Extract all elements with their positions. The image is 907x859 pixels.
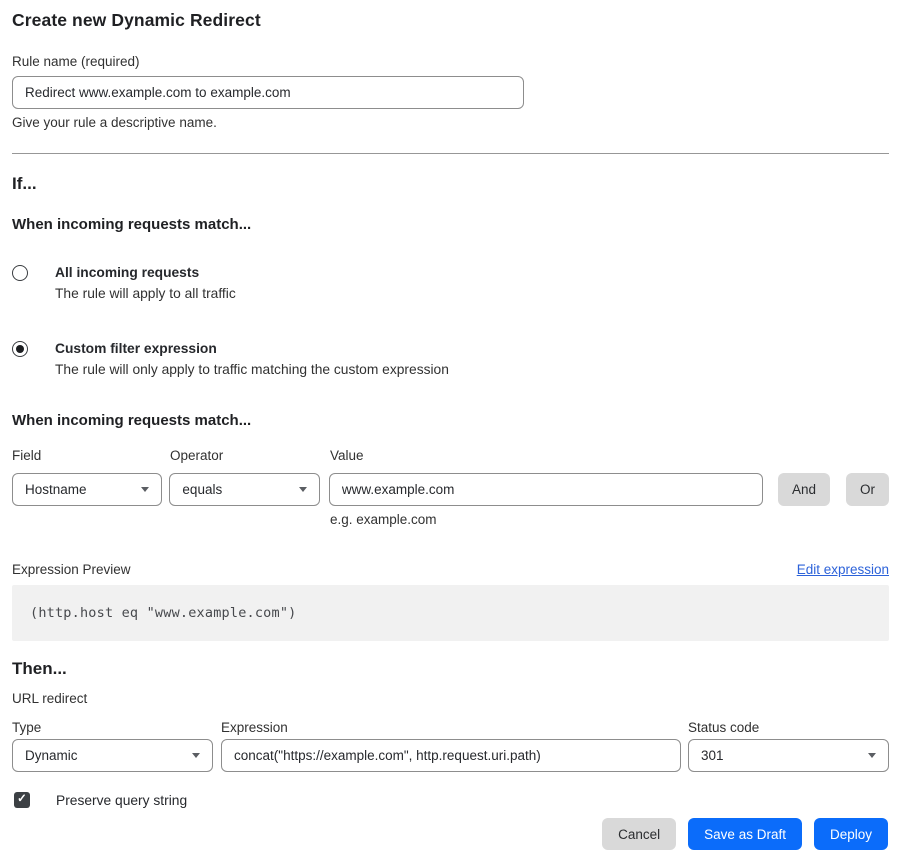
operator-select-value: equals [182,482,222,497]
match-heading-2: When incoming requests match... [12,412,889,430]
checkmark-icon: ✓ [17,794,27,806]
field-select[interactable]: Hostname [12,473,162,506]
match-heading-1: When incoming requests match... [12,216,889,234]
chevron-down-icon [299,487,307,492]
expression-preview-code: (http.host eq "www.example.com") [30,605,297,621]
status-code-select-value: 301 [701,748,724,763]
cancel-button[interactable]: Cancel [602,818,676,850]
chevron-down-icon [192,753,200,758]
chevron-down-icon [868,753,876,758]
preserve-query-string-checkbox[interactable]: ✓ [14,792,30,808]
chevron-down-icon [141,487,149,492]
section-divider [12,153,889,154]
if-heading: If... [12,174,889,194]
radio-option-label: All incoming requests [55,264,236,281]
operator-label: Operator [170,448,321,463]
value-label: Value [330,448,364,463]
page-title: Create new Dynamic Redirect [12,10,889,31]
or-button[interactable]: Or [846,473,889,506]
expression-preview-label: Expression Preview [12,562,131,577]
radio-button-unselected[interactable] [12,265,28,281]
preserve-query-string-row[interactable]: ✓ Preserve query string [12,792,889,808]
radio-option-custom-filter[interactable]: Custom filter expression The rule will o… [12,340,889,378]
expression-preview-box: (http.host eq "www.example.com") [12,585,889,641]
value-help: e.g. example.com [330,512,889,527]
status-code-select[interactable]: 301 [688,739,889,772]
radio-option-all-requests[interactable]: All incoming requests The rule will appl… [12,264,889,302]
type-select-value: Dynamic [25,748,78,763]
type-label: Type [12,720,213,735]
radio-option-label: Custom filter expression [55,340,449,357]
field-select-value: Hostname [25,482,87,497]
type-select[interactable]: Dynamic [12,739,213,772]
rule-name-label: Rule name (required) [12,54,889,69]
radio-option-description: The rule will only apply to traffic matc… [55,361,449,378]
status-code-label: Status code [688,720,759,735]
expression-label: Expression [221,720,681,735]
operator-select[interactable]: equals [169,473,319,506]
preserve-query-string-label: Preserve query string [56,793,187,808]
radio-button-selected[interactable] [12,341,28,357]
then-heading: Then... [12,659,889,679]
rule-name-help: Give your rule a descriptive name. [12,115,889,130]
create-redirect-form: Create new Dynamic Redirect Rule name (r… [0,0,907,850]
footer-actions: Cancel Save as Draft Deploy [12,818,889,850]
radio-option-description: The rule will apply to all traffic [55,285,236,302]
and-button[interactable]: And [778,473,830,506]
url-redirect-label: URL redirect [12,691,889,706]
deploy-button[interactable]: Deploy [814,818,888,850]
expression-input[interactable] [221,739,681,772]
save-as-draft-button[interactable]: Save as Draft [688,818,802,850]
rule-name-input[interactable] [12,76,524,109]
edit-expression-link[interactable]: Edit expression [797,562,889,577]
value-input[interactable] [329,473,763,506]
field-label: Field [12,448,163,463]
